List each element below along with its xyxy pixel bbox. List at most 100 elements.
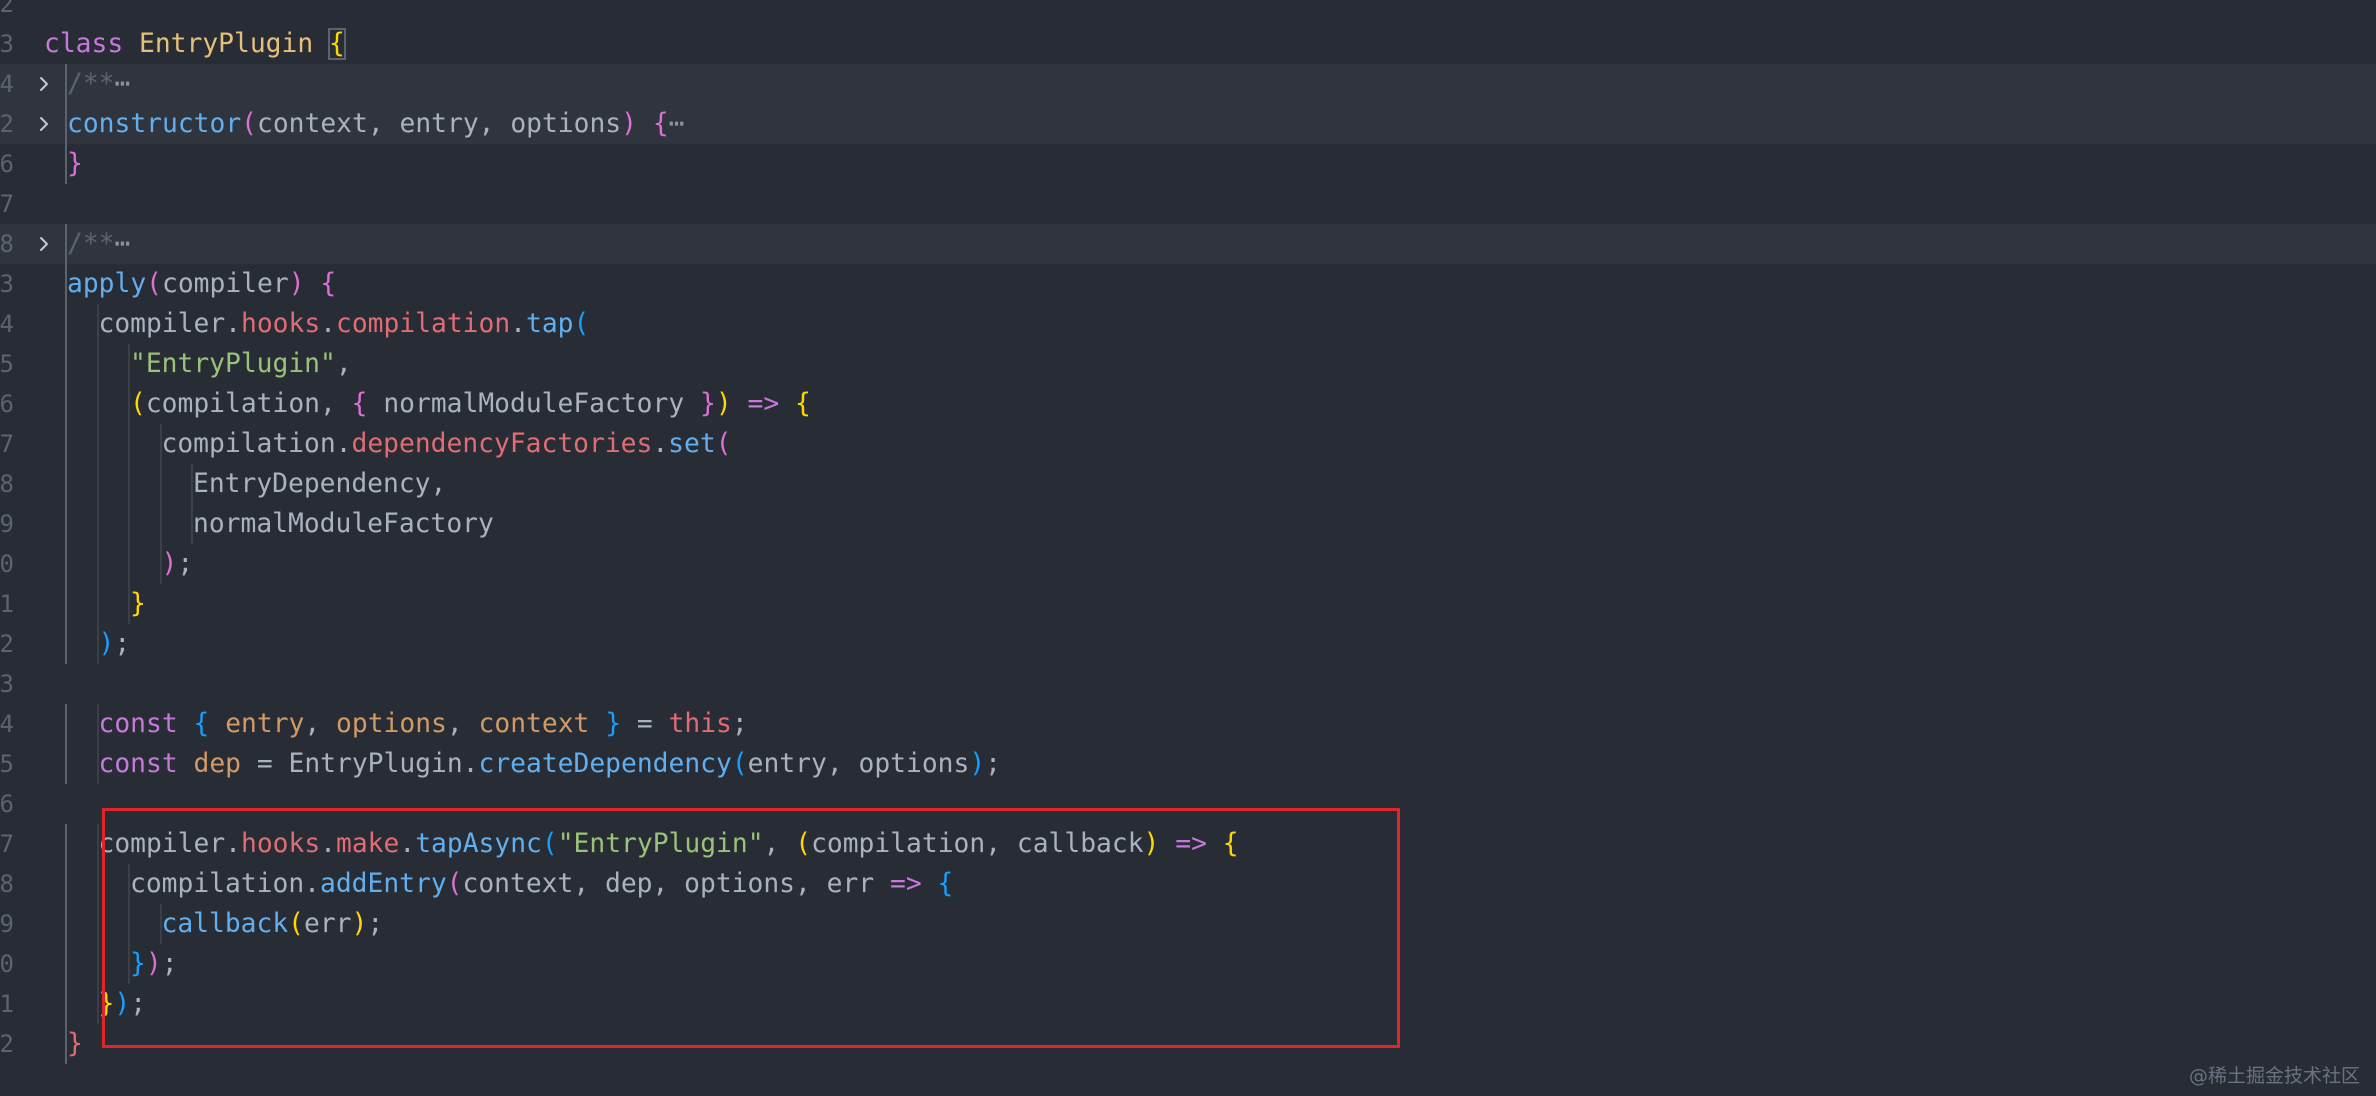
code-token: } bbox=[130, 589, 146, 619]
code-line[interactable]: 0); bbox=[0, 544, 2376, 584]
chevron-right-icon[interactable] bbox=[34, 74, 54, 94]
code-token: compiler bbox=[162, 269, 289, 299]
indent-guide bbox=[128, 544, 130, 584]
code-line[interactable]: 9 normalModuleFactory bbox=[0, 504, 2376, 544]
code-token: set bbox=[668, 429, 716, 459]
code-token: } bbox=[67, 1029, 83, 1059]
code-text: class EntryPlugin { bbox=[44, 24, 346, 64]
line-number: 1 bbox=[0, 590, 14, 618]
code-token: normalModuleFactory bbox=[367, 389, 700, 419]
line-number: 2 bbox=[0, 630, 14, 658]
code-token: ( bbox=[241, 109, 257, 139]
line-number: 5 bbox=[0, 350, 14, 378]
code-token: context bbox=[478, 709, 590, 739]
code-token: ; bbox=[731, 709, 748, 739]
code-token: ) bbox=[288, 269, 305, 299]
code-token: ( bbox=[715, 429, 732, 459]
indent-guide bbox=[65, 464, 67, 504]
line-number: 9 bbox=[0, 510, 14, 538]
code-token: ( bbox=[731, 749, 748, 779]
code-token: tap bbox=[526, 309, 574, 339]
code-text: "EntryPlugin", bbox=[130, 344, 352, 384]
code-token: EntryPlugin bbox=[139, 29, 314, 59]
code-token: } bbox=[605, 709, 622, 739]
chevron-right-icon[interactable] bbox=[34, 234, 54, 254]
code-token: ) bbox=[161, 549, 178, 579]
code-token: ) bbox=[969, 749, 986, 779]
indent-guide bbox=[65, 984, 67, 1024]
code-token: dep bbox=[193, 749, 242, 779]
code-token: constructor bbox=[67, 109, 242, 139]
code-line[interactable]: 4 compiler.hooks.compilation.tap( bbox=[0, 304, 2376, 344]
code-token: ; bbox=[985, 749, 1002, 779]
code-token: compilation. bbox=[161, 429, 352, 459]
code-token: { bbox=[652, 109, 669, 139]
code-line[interactable]: 2 constructor(context, entry, options) {⋯ bbox=[0, 104, 2376, 144]
code-token: { bbox=[795, 389, 811, 419]
code-token: { bbox=[351, 389, 368, 419]
line-number: 4 bbox=[0, 310, 14, 338]
code-token: class bbox=[44, 29, 124, 59]
code-line[interactable]: 8 /**⋯ bbox=[0, 224, 2376, 264]
code-token: } bbox=[700, 389, 716, 419]
indent-guide bbox=[159, 464, 162, 504]
code-line[interactable]: 2); bbox=[0, 624, 2376, 664]
code-line[interactable]: 3 apply(compiler) { bbox=[0, 264, 2376, 304]
line-number: 4 bbox=[0, 70, 14, 98]
code-token: = EntryPlugin. bbox=[241, 749, 479, 779]
indent-guide bbox=[65, 304, 67, 344]
code-token: compilation bbox=[336, 309, 511, 339]
code-text: } bbox=[67, 1024, 83, 1064]
code-token: ) bbox=[621, 109, 637, 139]
code-token: context, entry, options bbox=[257, 109, 622, 139]
code-line[interactable]: 7 compilation.dependencyFactories.set( bbox=[0, 424, 2376, 464]
indent-guide bbox=[65, 904, 67, 944]
code-text: ); bbox=[162, 544, 194, 584]
code-text: const dep = EntryPlugin.createDependency… bbox=[99, 744, 1002, 784]
code-token: dependencyFactories bbox=[351, 429, 653, 459]
code-line[interactable]: 4 const { entry, options, context } = thi… bbox=[0, 704, 2376, 744]
code-line[interactable]: 1} bbox=[0, 584, 2376, 624]
code-text: /**⋯ bbox=[67, 64, 130, 104]
code-token: ⋯ bbox=[668, 109, 685, 139]
code-line[interactable]: 7 bbox=[0, 184, 2376, 224]
code-line[interactable]: 3 bbox=[0, 664, 2376, 704]
code-text: apply(compiler) { bbox=[67, 264, 336, 304]
code-line[interactable]: 8 EntryDependency, bbox=[0, 464, 2376, 504]
code-line[interactable]: 4 /**⋯ bbox=[0, 64, 2376, 104]
line-number: 0 bbox=[0, 550, 14, 578]
code-token: ( bbox=[573, 309, 590, 339]
code-line[interactable]: 3 class EntryPlugin { bbox=[0, 24, 2376, 64]
code-token: entry, options bbox=[747, 749, 970, 779]
code-token: apply bbox=[67, 269, 147, 299]
line-number: 3 bbox=[0, 30, 14, 58]
code-line[interactable]: 6 (compilation, { normalModuleFactory }) … bbox=[0, 384, 2376, 424]
code-text: normalModuleFactory bbox=[193, 504, 494, 544]
code-token: normalModuleFactory bbox=[193, 509, 494, 539]
code-line[interactable]: 6} bbox=[0, 144, 2376, 184]
code-token: const bbox=[98, 709, 178, 739]
code-token: ⋯ bbox=[114, 69, 131, 99]
code-token: ; bbox=[177, 549, 194, 579]
chevron-right-icon[interactable] bbox=[34, 114, 54, 134]
code-token: "EntryPlugin" bbox=[130, 349, 336, 379]
indent-guide bbox=[96, 504, 99, 544]
code-text: ); bbox=[99, 624, 131, 664]
code-line[interactable]: 5 "EntryPlugin", bbox=[0, 344, 2376, 384]
line-number: 9 bbox=[0, 910, 14, 938]
line-number: 1 bbox=[0, 990, 14, 1018]
line-number: 6 bbox=[0, 390, 14, 418]
indent-guide bbox=[65, 744, 67, 784]
indent-guide bbox=[96, 344, 99, 384]
code-line[interactable]: 5 const dep = EntryPlugin.createDependenc… bbox=[0, 744, 2376, 784]
code-token: , bbox=[446, 709, 479, 739]
code-text: (compilation, { normalModuleFactory }) =… bbox=[130, 384, 811, 424]
indent-guide bbox=[96, 544, 99, 584]
code-line[interactable]: 2 bbox=[0, 0, 2376, 24]
